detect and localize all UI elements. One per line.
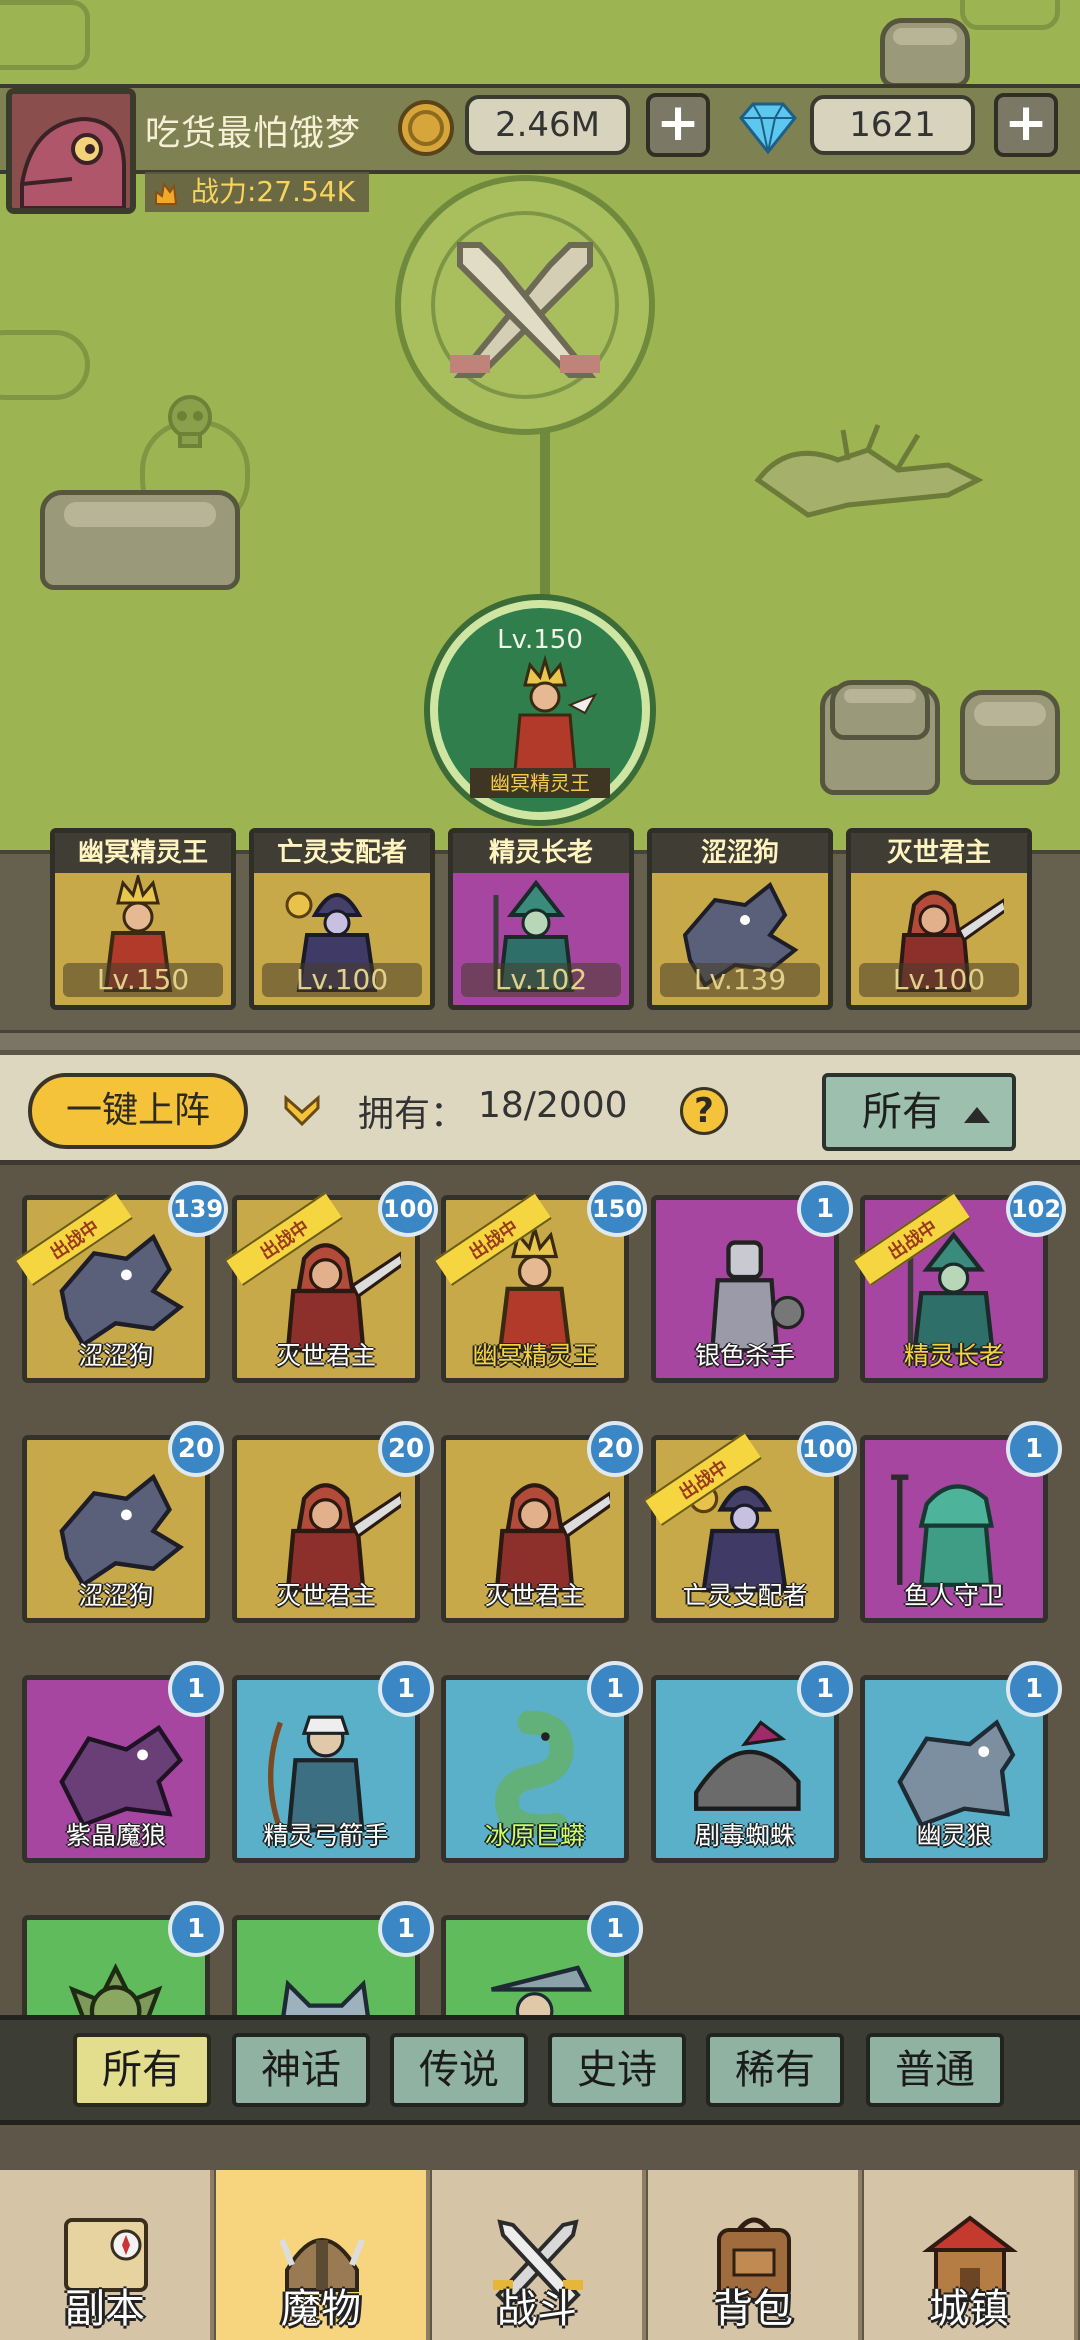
player-name: 吃货最怕饿梦	[145, 114, 362, 154]
monster-count-badge: 139	[168, 1181, 228, 1237]
crossed-swords-emblem	[450, 242, 600, 378]
deployed-card-level: Lv.100	[262, 963, 422, 997]
monster-card-name: 灭世君主	[275, 1341, 376, 1370]
rarity-tab[interactable]: 传说	[390, 2033, 528, 2107]
help-icon[interactable]: ?	[680, 1087, 728, 1135]
filter-dropdown[interactable]: 所有	[822, 1073, 1016, 1151]
owned-count: 18/2000	[478, 1085, 628, 1126]
monster-count-badge: 20	[587, 1421, 643, 1477]
monster-count-badge: 150	[587, 1181, 647, 1237]
deploy-all-button[interactable]: 一键上阵	[28, 1073, 248, 1149]
monster-count-badge: 1	[797, 1661, 853, 1717]
rarity-tab[interactable]: 普通	[866, 2033, 1004, 2107]
monster-card-name: 精灵长老	[903, 1341, 1004, 1370]
monster-card-name: 幽冥精灵王	[472, 1341, 598, 1370]
monster-count-badge: 1	[1006, 1421, 1062, 1477]
deployed-card-level: Lv.139	[660, 963, 820, 997]
filter-dropdown-value: 所有	[862, 1089, 942, 1135]
hat-monster-icon	[491, 1965, 592, 2015]
map-path	[540, 430, 550, 610]
rarity-tab[interactable]: 史诗	[548, 2033, 686, 2107]
flame-icon	[155, 181, 178, 205]
deployed-card[interactable]: 亡灵支配者 Lv.100	[249, 828, 435, 1010]
deployed-card-name: 灭世君主	[851, 833, 1027, 873]
gold-amount: 2.46M	[465, 95, 630, 155]
gold-coin-icon	[398, 100, 454, 156]
deployed-card[interactable]: 涩涩狗 Lv.139	[647, 828, 833, 1010]
nav-label: 背包	[713, 2286, 793, 2332]
rarity-tab[interactable]: 稀有	[706, 2033, 844, 2107]
monster-count-badge: 20	[168, 1421, 224, 1477]
monster-card-name: 冰原巨蟒	[484, 1821, 585, 1850]
monster-count-badge: 100	[797, 1421, 857, 1477]
add-diamonds-button[interactable]: +	[994, 93, 1058, 157]
deployed-card-name: 亡灵支配者	[254, 833, 430, 873]
monster-card-name: 银色杀手	[694, 1341, 795, 1370]
cat-monster-icon	[281, 1979, 370, 2015]
monster-card-name: 剧毒蜘蛛	[694, 1821, 795, 1850]
goblin-monster-icon	[68, 1963, 163, 2015]
monster-count-badge: 1	[587, 1901, 643, 1957]
rarity-tab[interactable]: 所有	[73, 2033, 211, 2107]
deployed-card-name: 涩涩狗	[652, 833, 828, 873]
diamond-icon	[739, 102, 797, 155]
add-gold-button[interactable]: +	[646, 93, 710, 157]
monster-count-badge: 1	[378, 1661, 434, 1717]
monster-card-name: 灭世君主	[275, 1581, 376, 1610]
owned-label: 拥有：	[358, 1094, 467, 1135]
elf-king-portrait	[513, 655, 598, 772]
monster-card-name: 涩涩狗	[78, 1581, 154, 1610]
featured-level: Lv.150	[497, 625, 583, 655]
monster-count-badge: 20	[378, 1421, 434, 1477]
nav-item[interactable]: 副本	[0, 2170, 214, 2340]
nav-item[interactable]: 战斗	[432, 2170, 646, 2340]
monster-count-badge: 100	[378, 1181, 438, 1237]
deployed-card-level: Lv.100	[859, 963, 1019, 997]
diamond-amount: 1621	[810, 95, 975, 155]
nav-label: 城镇	[929, 2286, 1009, 2332]
nav-label: 魔物	[281, 2286, 361, 2332]
monster-card-name: 精灵弓箭手	[263, 1821, 389, 1850]
nav-item[interactable]: 背包	[648, 2170, 862, 2340]
skull-icon	[168, 395, 212, 448]
monster-count-badge: 1	[587, 1661, 643, 1717]
deployed-card[interactable]: 精灵长老 Lv.102	[448, 828, 634, 1010]
featured-name: 幽冥精灵王	[470, 768, 610, 798]
nav-item[interactable]: 城镇	[864, 2170, 1078, 2340]
monster-card-name: 涩涩狗	[78, 1341, 154, 1370]
deployed-card-name: 幽冥精灵王	[55, 833, 231, 873]
player-avatar[interactable]	[6, 88, 136, 214]
nav-label: 副本	[65, 2286, 145, 2332]
monster-card-name: 紫晶魔狼	[65, 1821, 166, 1850]
rarity-tab[interactable]: 神话	[232, 2033, 370, 2107]
down-arrow-icon[interactable]	[282, 1094, 322, 1130]
monster-card-name: 亡灵支配者	[682, 1581, 808, 1610]
monster-card-name: 鱼人守卫	[903, 1581, 1004, 1610]
deployed-card-level: Lv.102	[461, 963, 621, 997]
monster-card-name: 幽灵狼	[916, 1821, 992, 1850]
deployed-card-name: 精灵长老	[453, 833, 629, 873]
caret-up-icon	[964, 1107, 990, 1123]
monster-count-badge: 1	[797, 1181, 853, 1237]
deployed-card[interactable]: 灭世君主 Lv.100	[846, 828, 1032, 1010]
monster-count-badge: 1	[168, 1901, 224, 1957]
deployed-card[interactable]: 幽冥精灵王 Lv.150	[50, 828, 236, 1010]
monster-count-badge: 1	[168, 1661, 224, 1717]
monster-count-badge: 1	[378, 1901, 434, 1957]
dragon-avatar-icon	[12, 94, 130, 208]
monster-card-name: 灭世君主	[484, 1581, 585, 1610]
nav-label: 战斗	[497, 2286, 577, 2332]
nav-item[interactable]: 魔物	[216, 2170, 430, 2340]
deployed-card-level: Lv.150	[63, 963, 223, 997]
dragon-skeleton-icon	[754, 424, 984, 518]
monster-count-badge: 102	[1006, 1181, 1066, 1237]
monster-grid: 涩涩狗 出战中 139 灭世君主 出战中 100 幽冥精灵王 出战中 150 银色杀手 1 精灵长老出…	[0, 1170, 1080, 2015]
monster-count-badge: 1	[1006, 1661, 1062, 1717]
